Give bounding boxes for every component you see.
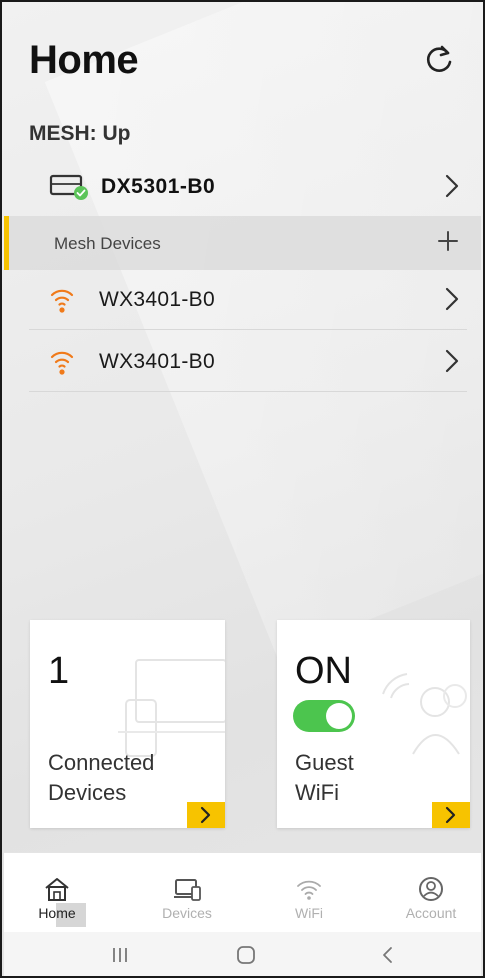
wifi-signal-icon	[50, 351, 74, 375]
home-icon	[45, 878, 69, 901]
mesh-devices-label: Mesh Devices	[54, 234, 161, 253]
wifi-icon	[297, 880, 321, 900]
bottom-tab-bar: Home Devices WiFi Account	[4, 852, 481, 932]
mesh-device-name: WX3401-B0	[99, 349, 215, 373]
tab-wifi[interactable]: WiFi	[269, 875, 349, 921]
account-icon	[419, 877, 443, 901]
mesh-status: MESH: Up	[29, 122, 131, 145]
connected-devices-label: Connected Devices	[48, 748, 154, 808]
page-title: Home	[29, 38, 139, 82]
tab-home-label: Home	[38, 905, 76, 921]
tab-account-label: Account	[405, 905, 457, 921]
chevron-right-icon	[445, 806, 456, 824]
wifi-signal-icon	[50, 289, 74, 313]
tab-wifi-label: WiFi	[295, 905, 323, 921]
mesh-device-name: WX3401-B0	[99, 287, 215, 311]
tab-devices[interactable]: Devices	[147, 875, 227, 921]
connected-count: 1	[48, 650, 70, 692]
connected-devices-go-button[interactable]	[187, 802, 225, 828]
guest-wifi-state: ON	[295, 650, 352, 692]
card-label-line: Devices	[48, 780, 127, 805]
chevron-right-icon	[445, 287, 459, 311]
router-name: DX5301-B0	[101, 175, 216, 198]
router-connected-icon	[49, 174, 88, 200]
chevron-right-icon	[445, 174, 459, 198]
mesh-device-row[interactable]: WX3401-B0	[29, 270, 467, 330]
connected-devices-card[interactable]: 1 Connected Devices	[30, 620, 225, 828]
back-icon[interactable]	[376, 944, 400, 966]
tab-home[interactable]: Home	[22, 875, 92, 927]
guest-wifi-toggle[interactable]	[293, 700, 355, 732]
chevron-right-icon	[445, 349, 459, 373]
mesh-devices-header: Mesh Devices	[4, 216, 481, 270]
accent-bar	[4, 216, 9, 270]
home-nav-icon[interactable]	[234, 944, 258, 966]
card-label-line: Connected	[48, 750, 155, 775]
plus-icon[interactable]	[437, 230, 459, 252]
guest-wifi-label: Guest WiFi	[295, 748, 354, 808]
chevron-right-icon	[200, 806, 211, 824]
tab-account[interactable]: Account	[391, 875, 471, 921]
devices-icon	[174, 879, 201, 901]
header: Home	[29, 38, 463, 98]
mesh-device-row[interactable]: WX3401-B0	[29, 332, 467, 392]
tab-devices-label: Devices	[162, 905, 212, 921]
guest-wifi-card[interactable]: ON Guest WiFi	[277, 620, 470, 828]
recent-apps-icon[interactable]	[108, 944, 132, 966]
router-row[interactable]: DX5301-B0	[29, 164, 469, 210]
guest-wifi-go-button[interactable]	[432, 802, 470, 828]
guest-illustration-icon	[382, 673, 467, 755]
system-nav-bar	[4, 932, 481, 976]
card-label-line: Guest	[295, 750, 354, 775]
card-label-line: WiFi	[295, 780, 339, 805]
app-screen: Home MESH: Up DX5301-B0 Mesh Devices WX3…	[0, 0, 485, 978]
refresh-icon[interactable]	[419, 40, 459, 80]
